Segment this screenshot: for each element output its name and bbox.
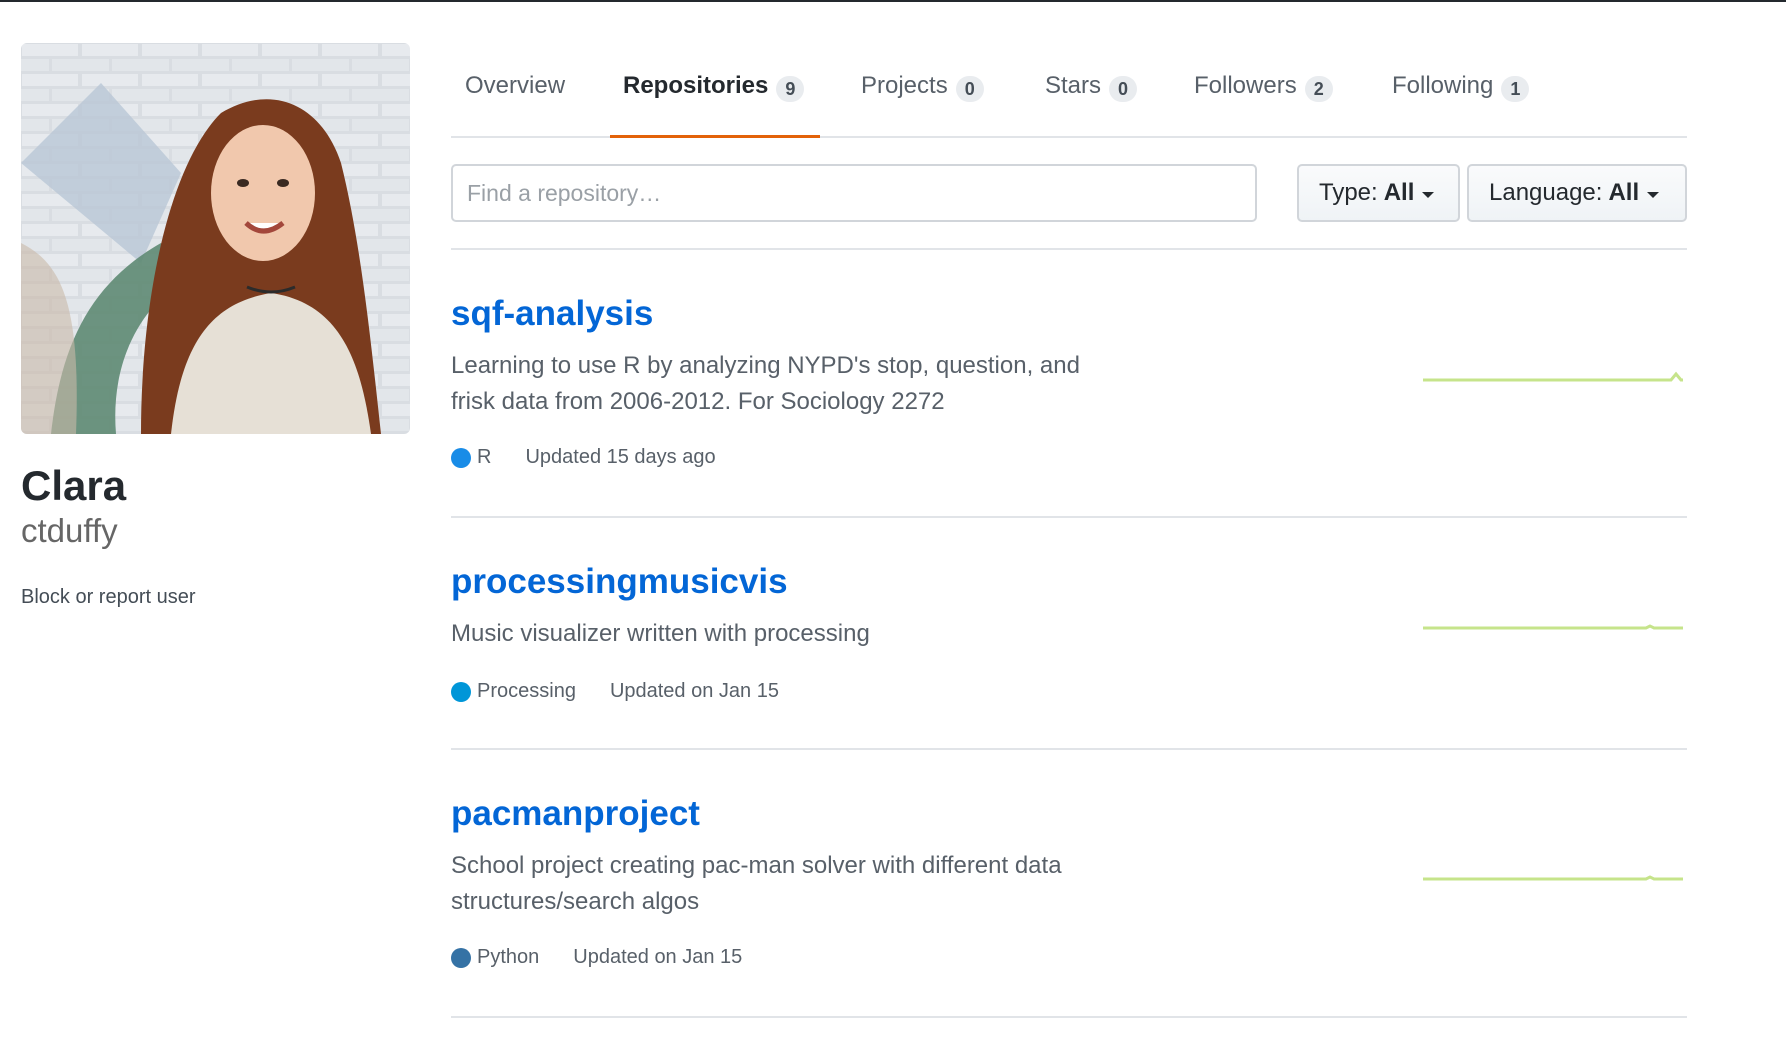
block-report-link[interactable]: Block or report user (21, 584, 196, 610)
language-color-dot (451, 947, 471, 968)
language-filter-label: Language: (1489, 179, 1603, 206)
profile-tabs: Overview Repositories 9 Projects 0 Stars… (451, 60, 1687, 138)
activity-sparkline (1423, 875, 1683, 881)
repo-updated: Updated 15 days ago (525, 446, 716, 468)
tab-counter: 0 (1109, 76, 1138, 102)
tab-repositories[interactable]: Repositories 9 (610, 60, 820, 138)
language-color-dot (451, 681, 471, 702)
tab-label: Following (1392, 72, 1494, 99)
language-filter-value: All (1608, 179, 1640, 206)
repo-language: Processing (477, 680, 576, 702)
tab-label: Followers (1194, 72, 1297, 99)
repo-search-input[interactable] (451, 164, 1257, 222)
tab-overview[interactable]: Overview (465, 60, 565, 136)
top-border (0, 0, 1786, 2)
language-filter-button[interactable]: Language: All (1467, 164, 1687, 222)
profile-username: ctduffy (21, 512, 118, 549)
repo-item: pacmanproject School project creating pa… (451, 792, 1687, 968)
avatar[interactable] (21, 43, 410, 434)
repo-updated: Updated on Jan 15 (573, 946, 743, 968)
filter-divider (451, 248, 1687, 250)
tab-counter: 2 (1304, 76, 1333, 102)
repo-description: School project creating pac-man solver w… (451, 852, 1062, 915)
repo-item: sqf-analysis Learning to use R by analyz… (451, 292, 1687, 468)
tab-following[interactable]: Following 1 (1392, 60, 1530, 136)
language-color-dot (451, 447, 471, 468)
activity-sparkline (1423, 624, 1683, 630)
type-filter-button[interactable]: Type: All (1297, 164, 1460, 222)
tab-counter: 0 (955, 76, 984, 102)
tab-counter: 9 (776, 76, 805, 102)
repo-divider (451, 1016, 1687, 1018)
tab-stars[interactable]: Stars 0 (1045, 60, 1138, 136)
type-filter-label: Type: (1319, 179, 1378, 206)
caret-down-icon (1422, 192, 1435, 198)
repo-updated: Updated on Jan 15 (609, 680, 779, 702)
tab-followers[interactable]: Followers 2 (1194, 60, 1333, 136)
repo-meta: Processing Updated on Jan 15 (451, 680, 779, 703)
tab-label: Overview (465, 72, 566, 99)
repo-meta: R Updated 15 days ago (451, 446, 716, 469)
repo-language: Python (477, 946, 540, 968)
repo-description: Music visualizer written with processing (451, 620, 870, 647)
tab-projects[interactable]: Projects 0 (861, 60, 984, 136)
repo-name-link[interactable]: processingmusicvis (451, 560, 1687, 604)
profile-name: Clara (21, 462, 127, 509)
repo-meta: Python Updated on Jan 15 (451, 946, 742, 969)
tab-label: Repositories (623, 72, 769, 99)
repo-name-link[interactable]: pacmanproject (451, 792, 1687, 836)
activity-sparkline (1423, 371, 1683, 382)
repo-divider (451, 516, 1687, 518)
tab-label: Stars (1045, 72, 1102, 99)
tab-counter: 1 (1501, 76, 1530, 102)
caret-down-icon (1647, 192, 1660, 198)
repo-language: R (477, 446, 492, 468)
repo-item: processingmusicvis Music visualizer writ… (451, 560, 1687, 702)
type-filter-value: All (1383, 179, 1415, 206)
repo-divider (451, 748, 1687, 750)
repo-name-link[interactable]: sqf-analysis (451, 292, 1687, 336)
tab-label: Projects (861, 72, 948, 99)
avatar-photo (21, 43, 410, 434)
repo-description: Learning to use R by analyzing NYPD's st… (451, 352, 1080, 415)
